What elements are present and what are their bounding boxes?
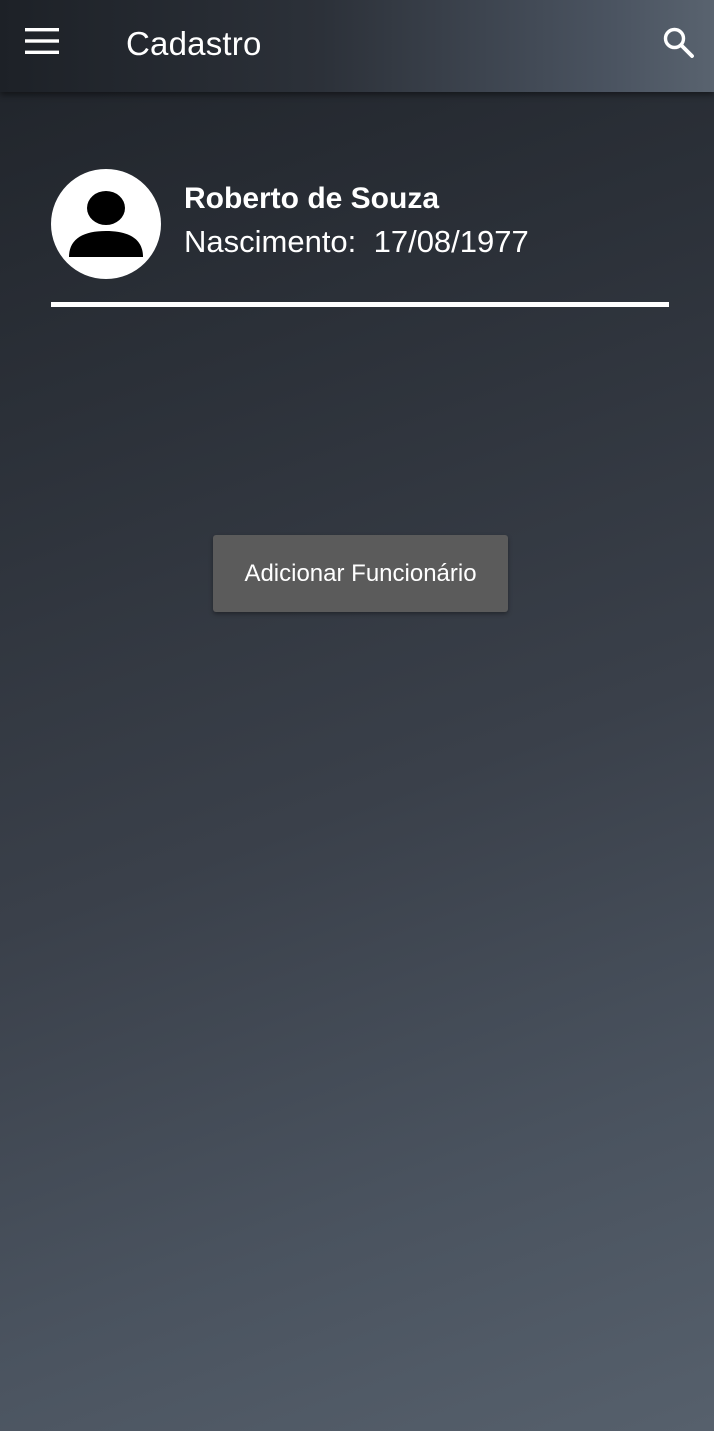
divider — [51, 302, 669, 307]
add-employee-button[interactable]: Adicionar Funcionário — [213, 535, 508, 612]
hamburger-menu-icon — [25, 27, 59, 59]
birth-date-label: Nascimento: — [184, 224, 357, 259]
page-title: Cadastro — [126, 25, 262, 62]
search-button[interactable] — [652, 18, 704, 70]
profile-card: Roberto de Souza Nascimento: 17/08/1977 — [51, 169, 669, 309]
employee-name: Roberto de Souza — [184, 182, 440, 215]
menu-button[interactable] — [16, 20, 68, 66]
search-icon — [662, 26, 694, 63]
birth-date-value: 17/08/1977 — [373, 224, 529, 259]
person-icon — [51, 191, 161, 279]
avatar — [51, 169, 161, 279]
birth-date-row: Nascimento: 17/08/1977 — [184, 221, 529, 263]
app-bar: Cadastro — [0, 0, 714, 92]
